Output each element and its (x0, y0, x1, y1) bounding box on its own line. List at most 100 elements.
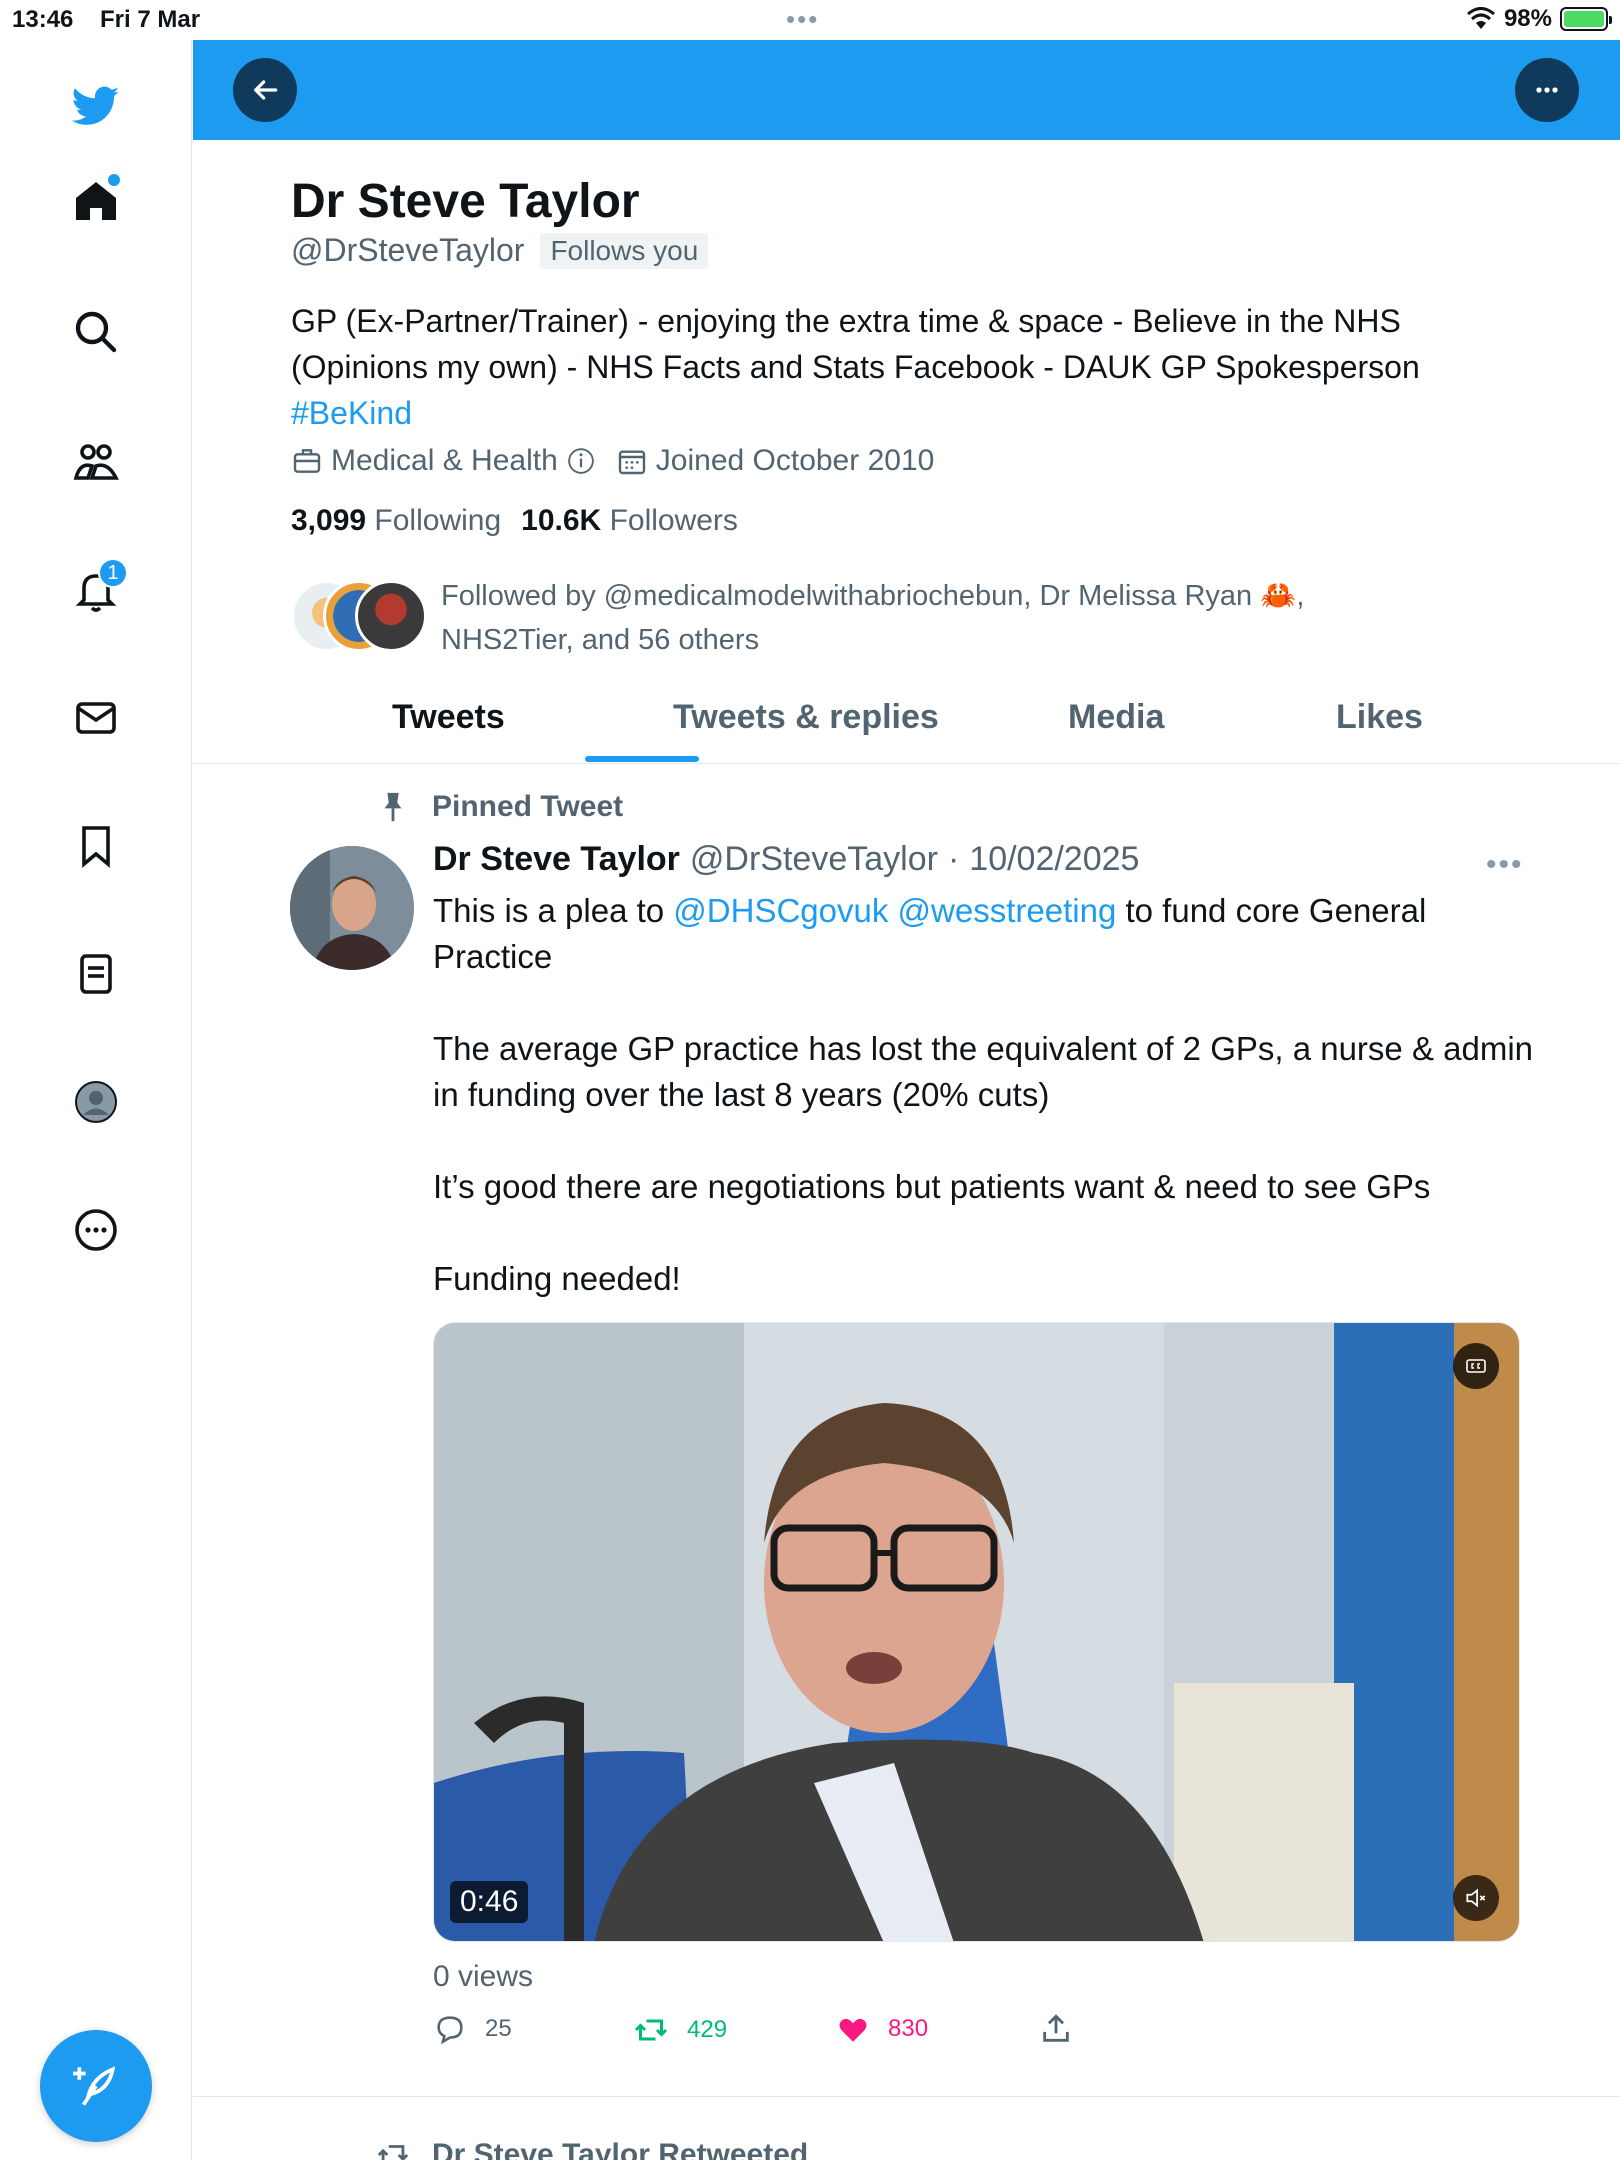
profile-name: Dr Steve Taylor (291, 175, 640, 228)
retweet-count: 429 (687, 2016, 728, 2043)
video-duration: 0:46 (450, 1881, 529, 1923)
tweet-paragraph: It’s good there are negotiations but pat… (433, 1168, 1431, 1205)
status-right: 98% (1466, 5, 1612, 33)
mute-button[interactable] (1453, 1875, 1499, 1921)
mention-link[interactable]: @DHSCgovuk (673, 892, 888, 929)
tweet-header: Dr Steve Taylor @DrSteveTaylor · 10/02/2… (433, 840, 1139, 879)
profile-avatar-icon (75, 1081, 117, 1123)
bio-line: GP (Ex-Partner/Trainer) - enjoying the e… (291, 303, 1401, 339)
tab-media[interactable]: Media (1068, 698, 1164, 737)
search-icon (75, 311, 117, 353)
nav-more[interactable] (58, 1192, 134, 1268)
follows-you-badge: Follows you (540, 232, 709, 269)
pin-icon (384, 792, 402, 822)
pinned-label-row: Pinned Tweet (376, 790, 623, 824)
tweet-author-avatar[interactable] (290, 846, 414, 970)
tweet-video[interactable]: 0:46 (433, 1322, 1520, 1942)
followed-by-text: Followed by @medicalmodelwithabriochebun… (441, 574, 1381, 662)
following-link[interactable]: 3,099 Following (291, 504, 501, 538)
followers-count: 10.6K (521, 504, 602, 537)
captions-button[interactable] (1453, 1343, 1499, 1389)
arrow-left-icon (254, 80, 278, 100)
tab-tweets-replies[interactable]: Tweets & replies (673, 698, 939, 737)
tweet-more-button[interactable]: ••• (1486, 848, 1524, 882)
followers-label: Followers (609, 504, 738, 537)
calendar-icon (618, 450, 645, 475)
status-date: Fri 7 Mar (100, 6, 201, 33)
battery-icon (1560, 7, 1612, 31)
profile-tabs: Tweets Tweets & replies Media Likes (193, 690, 1620, 764)
more-horizontal-icon (1536, 87, 1558, 93)
mail-icon (76, 702, 116, 734)
following-count: 3,099 (291, 504, 367, 537)
joined-label: Joined October 2010 (655, 444, 935, 477)
mention-link[interactable]: @wesstreeting (898, 892, 1117, 929)
profile-meta: Medical & Health Joined October 2010 (291, 444, 934, 478)
communities-icon (73, 444, 119, 480)
profile-category: Medical & Health (291, 444, 596, 478)
nav-notifications[interactable]: 1 (58, 552, 134, 628)
speaker-muted-icon (1466, 1888, 1486, 1908)
tweet-author-handle[interactable]: @DrSteveTaylor (690, 840, 938, 879)
multitasking-dots[interactable]: ••• (786, 4, 819, 35)
view-count: 0 views (433, 1960, 534, 1993)
profile-header-bar (193, 40, 1620, 140)
handle-row: @DrSteveTaylor Follows you (291, 232, 709, 269)
nav-explore[interactable] (58, 294, 134, 370)
pinned-label: Pinned Tweet (432, 790, 624, 823)
tweet-divider (193, 2096, 1620, 2097)
tweet-paragraph: This is a plea to @DHSCgovuk @wesstreeti… (433, 888, 1533, 980)
nav-messages[interactable] (58, 680, 134, 756)
tweet-text-part: This is a plea to (433, 892, 665, 929)
tweet-author-name[interactable]: Dr Steve Taylor (433, 840, 680, 879)
compose-tweet-button[interactable] (40, 2030, 152, 2142)
author-photo (290, 846, 414, 970)
nav-communities[interactable] (58, 424, 134, 500)
tweet-paragraph: The average GP practice has lost the equ… (433, 1030, 1534, 1113)
retweet-button[interactable]: 429 (633, 2012, 727, 2048)
header-more-button[interactable] (1515, 58, 1579, 122)
twitter-logo-icon[interactable] (58, 68, 134, 144)
tab-tweets[interactable]: Tweets (392, 698, 505, 737)
tweet-separator: · (947, 840, 960, 878)
following-label: Following (374, 504, 502, 537)
compose-feather-icon (73, 2066, 116, 2106)
tab-likes[interactable]: Likes (1336, 698, 1423, 737)
cc-icon (1466, 1359, 1486, 1373)
followed-by-line: NHS2Tier, and 56 others (441, 624, 760, 656)
profile-joined: Joined October 2010 (616, 444, 935, 478)
followed-by-line: Followed by @medicalmodelwithabriochebun… (441, 580, 1305, 612)
notification-count-badge: 1 (98, 558, 128, 588)
battery-percent: 98% (1503, 5, 1552, 32)
nav-home[interactable] (58, 164, 134, 240)
nav-lists[interactable] (58, 936, 134, 1012)
followed-by-row[interactable]: Followed by @medicalmodelwithabriochebun… (291, 574, 1381, 662)
bio-hashtag-link[interactable]: #BeKind (291, 390, 1511, 436)
share-button[interactable] (1039, 2012, 1073, 2046)
bookmark-icon (82, 826, 110, 868)
bio-line: (Opinions my own) - NHS Facts and Stats … (291, 349, 1420, 385)
reply-button[interactable]: 25 (433, 2012, 512, 2046)
back-button[interactable] (233, 58, 297, 122)
retweeted-label-row: Dr Steve Taylor Retweeted (376, 2138, 808, 2160)
active-tab-indicator (585, 756, 699, 762)
video-frame (434, 1323, 1519, 1941)
like-count: 830 (888, 2015, 929, 2042)
sidebar-nav: 1 (0, 40, 192, 2160)
followers-link[interactable]: 10.6K Followers (521, 504, 738, 538)
profile-handle: @DrSteveTaylor (291, 232, 525, 268)
home-unread-dot (108, 174, 120, 186)
follow-counts: 3,099 Following 10.6K Followers (291, 504, 738, 538)
more-circle-icon (75, 1209, 117, 1251)
bird-icon (72, 86, 120, 125)
info-icon[interactable] (566, 446, 596, 476)
tweet-date[interactable]: 10/02/2025 (969, 840, 1139, 879)
category-label: Medical & Health (331, 444, 558, 477)
retweet-small-icon (377, 2145, 409, 2160)
status-time: 13:46 (12, 6, 74, 33)
nav-bookmarks[interactable] (58, 808, 134, 884)
nav-profile[interactable] (58, 1064, 134, 1140)
followed-by-avatars (291, 580, 427, 656)
like-button[interactable]: 830 (836, 2012, 928, 2046)
briefcase-icon (293, 449, 321, 473)
